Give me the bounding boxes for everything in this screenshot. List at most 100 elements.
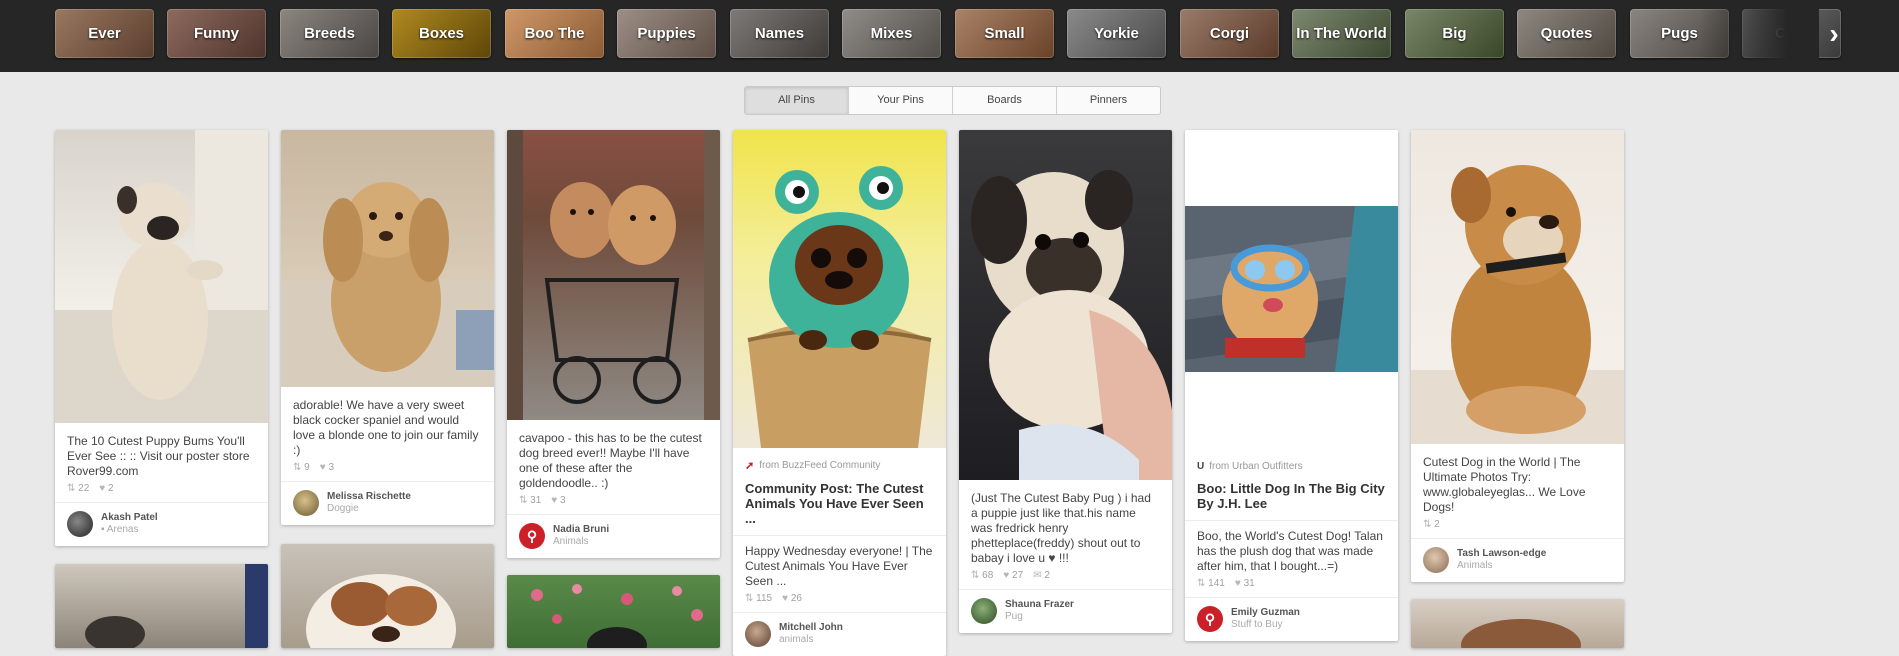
pin-card[interactable]: The 10 Cutest Puppy Bums You'll Ever See… bbox=[55, 130, 268, 546]
avatar[interactable] bbox=[745, 621, 771, 647]
category-tile-big[interactable]: Big bbox=[1405, 9, 1504, 58]
pin-image[interactable] bbox=[281, 130, 494, 387]
pin-description: (Just The Cutest Baby Pug ) i had a pupp… bbox=[971, 491, 1151, 565]
category-tile-ever[interactable]: Ever bbox=[55, 9, 154, 58]
pinner-name[interactable]: Shauna Frazer bbox=[1005, 599, 1074, 611]
pin-card[interactable]: cavapoo - this has to be the cutest dog … bbox=[507, 130, 720, 558]
pin-card[interactable]: (Just The Cutest Baby Pug ) i had a pupp… bbox=[959, 130, 1172, 633]
pin-title[interactable]: Boo: Little Dog In The Big City By J.H. … bbox=[1197, 481, 1386, 511]
category-label: Yorkie bbox=[1094, 25, 1139, 42]
category-tile-puppies[interactable]: Puppies bbox=[617, 9, 716, 58]
divider bbox=[1185, 520, 1398, 521]
pinner-name[interactable]: Mitchell John bbox=[779, 622, 843, 634]
board-name[interactable]: Stuff to Buy bbox=[1231, 619, 1300, 631]
pin-image[interactable] bbox=[507, 130, 720, 420]
tab-your-pins[interactable]: Your Pins bbox=[848, 87, 952, 114]
pin-stats: ⇅ 68 ♥ 27 ✉ 2 bbox=[971, 566, 1160, 589]
category-tile-funny[interactable]: Funny bbox=[167, 9, 266, 58]
category-tile-boo-the[interactable]: Boo The bbox=[505, 9, 604, 58]
category-tile-quotes[interactable]: Quotes bbox=[1517, 9, 1616, 58]
pin-card[interactable] bbox=[507, 575, 720, 648]
chevron-right-icon[interactable]: › bbox=[1820, 18, 1848, 50]
pin-title[interactable]: Community Post: The Cutest Animals You H… bbox=[745, 481, 934, 526]
pinner-attribution[interactable]: Akash Patel ▪ Arenas bbox=[67, 503, 256, 546]
pin-image[interactable] bbox=[959, 130, 1172, 480]
category-tile-pugs[interactable]: Pugs bbox=[1630, 9, 1729, 58]
pinner-attribution[interactable]: ⚲ Emily Guzman Stuff to Buy bbox=[1197, 598, 1386, 641]
tab-all-pins[interactable]: All Pins bbox=[745, 87, 848, 114]
category-label: Corgi bbox=[1209, 25, 1250, 42]
category-tile-small[interactable]: Small bbox=[955, 9, 1054, 58]
pinner-name[interactable]: Tash Lawson-edge bbox=[1457, 548, 1546, 560]
category-tile-names[interactable]: Names bbox=[730, 9, 829, 58]
category-tile-boxes[interactable]: Boxes bbox=[392, 9, 491, 58]
category-tile-yorkie[interactable]: Yorkie bbox=[1067, 9, 1166, 58]
pin-description: Cutest Dog in the World | The Ultimate P… bbox=[1423, 455, 1586, 514]
pinner-attribution[interactable]: ⚲ Nadia Bruni Animals bbox=[519, 515, 708, 558]
pushpin-icon[interactable]: ⚲ bbox=[519, 523, 545, 549]
pin-image[interactable] bbox=[55, 130, 268, 423]
heart-icon: ♥ bbox=[782, 593, 789, 604]
pin-image[interactable] bbox=[1411, 130, 1624, 444]
like-count: ♥ 26 bbox=[782, 593, 802, 604]
pinner-name[interactable]: Emily Guzman bbox=[1231, 607, 1300, 619]
pin-card[interactable] bbox=[55, 564, 268, 648]
pin-image[interactable] bbox=[733, 130, 946, 448]
pin-image[interactable] bbox=[281, 544, 494, 648]
pushpin-icon[interactable]: ⚲ bbox=[1197, 606, 1223, 632]
category-label: Pugs bbox=[1661, 25, 1698, 42]
pin-description: The 10 Cutest Puppy Bums You'll Ever See… bbox=[67, 434, 250, 478]
pin-image[interactable] bbox=[1185, 130, 1398, 450]
pin-stats: ⇅ 115 ♥ 26 bbox=[745, 589, 934, 612]
category-tile-corgi[interactable]: Corgi bbox=[1180, 9, 1279, 58]
pinner-name[interactable]: Nadia Bruni bbox=[553, 524, 609, 536]
pinner-attribution[interactable]: Shauna Frazer Pug bbox=[971, 590, 1160, 633]
bulldog-puppy-image bbox=[306, 574, 456, 648]
category-label: Puppies bbox=[637, 25, 696, 42]
category-label: Quotes bbox=[1540, 25, 1593, 42]
pug-puppy-image bbox=[55, 130, 268, 423]
pin-card[interactable] bbox=[281, 544, 494, 648]
like-count: ♥ 2 bbox=[99, 483, 114, 494]
pin-image[interactable] bbox=[55, 564, 268, 648]
pin-source[interactable]: ➚ from BuzzFeed Community bbox=[745, 459, 934, 472]
pin-image[interactable] bbox=[1411, 599, 1624, 648]
pinner-attribution[interactable]: Melissa Rischette Doggie bbox=[293, 482, 482, 525]
pinner-name[interactable]: Akash Patel bbox=[101, 512, 158, 524]
pin-card[interactable]: adorable! We have a very sweet black coc… bbox=[281, 130, 494, 525]
tab-pinners[interactable]: Pinners bbox=[1056, 87, 1160, 114]
pin-description: Happy Wednesday everyone! | The Cutest A… bbox=[745, 544, 933, 588]
board-name[interactable]: Animals bbox=[553, 536, 609, 548]
pinner-name[interactable]: Melissa Rischette bbox=[327, 491, 411, 503]
pin-card[interactable]: Cutest Dog in the World | The Ultimate P… bbox=[1411, 130, 1624, 582]
baby-pug-image bbox=[971, 170, 1172, 480]
buzzfeed-arrow-icon: ➚ bbox=[745, 460, 755, 472]
board-name[interactable]: Doggie bbox=[327, 503, 411, 515]
comment-icon: ✉ bbox=[1033, 570, 1042, 581]
category-tile-breeds[interactable]: Breeds bbox=[280, 9, 379, 58]
avatar[interactable] bbox=[67, 511, 93, 537]
pinner-attribution[interactable]: Mitchell John animals bbox=[745, 613, 934, 656]
repin-icon: ⇅ bbox=[67, 483, 76, 494]
avatar[interactable] bbox=[971, 598, 997, 624]
bulldog-puppy-image bbox=[1411, 165, 1624, 444]
repin-count: ⇅ 31 bbox=[519, 495, 542, 506]
category-tile-in-the-world[interactable]: In The World bbox=[1292, 9, 1391, 58]
pinner-attribution[interactable]: Tash Lawson-edge Animals bbox=[1423, 539, 1612, 582]
tab-boards[interactable]: Boards bbox=[952, 87, 1056, 114]
repin-count: ⇅ 141 bbox=[1197, 578, 1225, 589]
avatar[interactable] bbox=[1423, 547, 1449, 573]
avatar[interactable] bbox=[293, 490, 319, 516]
pin-card[interactable]: Ufrom Urban Outfitters Boo: Little Dog I… bbox=[1185, 130, 1398, 641]
pin-image[interactable] bbox=[507, 575, 720, 648]
category-tile-mixes[interactable]: Mixes bbox=[842, 9, 941, 58]
board-name[interactable]: animals bbox=[779, 634, 843, 646]
pin-card[interactable] bbox=[1411, 599, 1624, 648]
board-name[interactable]: Animals bbox=[1457, 560, 1546, 572]
board-name[interactable]: Pug bbox=[1005, 611, 1074, 623]
pin-card[interactable]: ➚ from BuzzFeed Community Community Post:… bbox=[733, 130, 946, 656]
pin-source[interactable]: Ufrom Urban Outfitters bbox=[1197, 461, 1386, 472]
board-name[interactable]: ▪ Arenas bbox=[101, 524, 158, 536]
heart-icon: ♥ bbox=[1234, 578, 1241, 589]
repin-count: ⇅ 9 bbox=[293, 462, 310, 473]
